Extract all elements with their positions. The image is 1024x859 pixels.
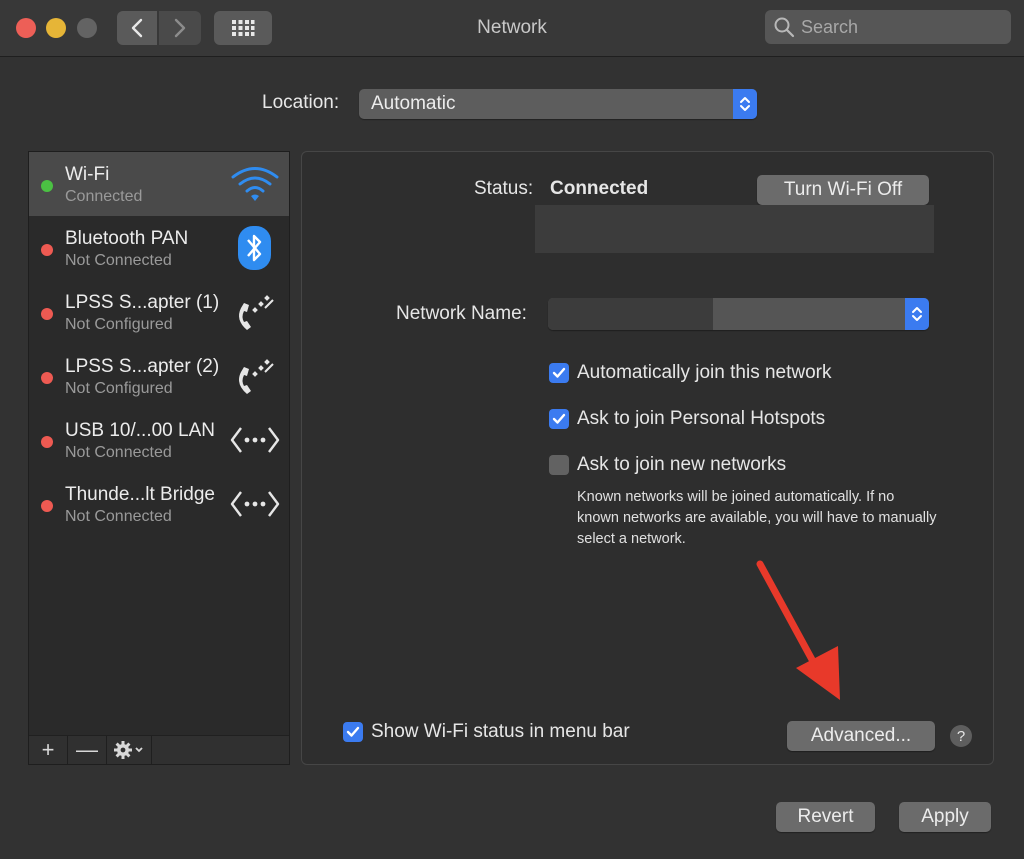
new-networks-label: Ask to join new networks	[577, 454, 787, 475]
service-name: LPSS S...apter (2)	[65, 356, 220, 377]
gear-icon	[114, 741, 143, 759]
location-label: Location:	[262, 92, 340, 113]
search-icon	[774, 17, 795, 38]
service-item-wifi[interactable]: Wi-Fi Connected	[29, 152, 289, 216]
service-name: Bluetooth PAN	[65, 228, 189, 249]
phone-icon	[239, 359, 274, 394]
service-list: Wi-Fi Connected Bluetooth PAN Not Connec…	[28, 151, 290, 765]
service-status: Not Connected	[65, 252, 172, 269]
status-detail-redacted	[535, 205, 934, 253]
checkmark-icon	[552, 367, 566, 378]
status-dot	[41, 500, 53, 512]
new-networks-note: Known networks will be joined automatica…	[577, 489, 937, 547]
new-networks-checkbox[interactable]	[549, 455, 569, 475]
location-value: Automatic	[371, 93, 456, 114]
apply-button[interactable]: Apply	[899, 802, 991, 832]
service-name: LPSS S...apter (1)	[65, 292, 220, 313]
advanced-button[interactable]: Advanced...	[787, 721, 935, 751]
auto-join-label: Automatically join this network	[577, 362, 832, 383]
checkmark-icon	[552, 413, 566, 424]
service-list-toolbar: + —	[29, 735, 289, 764]
network-name-popup[interactable]	[548, 298, 929, 330]
network-name-redacted	[548, 298, 713, 330]
show-wifi-status-label: Show Wi-Fi status in menu bar	[371, 721, 630, 742]
service-name: Wi-Fi	[65, 164, 110, 185]
status-dot	[41, 180, 53, 192]
service-status: Not Configured	[65, 380, 173, 397]
annotation-arrow-icon	[756, 560, 840, 700]
status-dot	[41, 244, 53, 256]
status-dot	[41, 308, 53, 320]
status-dot	[41, 436, 53, 448]
service-status: Not Connected	[65, 444, 172, 461]
location-popup[interactable]: Automatic	[359, 89, 757, 119]
help-button[interactable]: ?	[950, 725, 972, 747]
service-item-thunderbolt-bridge[interactable]: Thunde...lt Bridge Not Connected	[29, 472, 289, 536]
action-menu-button[interactable]	[107, 736, 152, 764]
service-item-lpss-1[interactable]: LPSS S...apter (1) Not Configured	[29, 280, 289, 344]
remove-service-button[interactable]: —	[68, 736, 107, 764]
service-status: Not Connected	[65, 508, 172, 525]
checkmark-icon	[346, 726, 360, 737]
personal-hotspots-checkbox[interactable]	[549, 409, 569, 429]
turn-wifi-off-button[interactable]: Turn Wi-Fi Off	[757, 175, 929, 205]
title-bar: Network Search	[0, 0, 1024, 57]
service-item-bluetooth-pan[interactable]: Bluetooth PAN Not Connected	[29, 216, 289, 280]
status-dot	[41, 372, 53, 384]
search-input[interactable]: Search	[765, 10, 1011, 44]
ethernet-icon	[230, 427, 280, 453]
bluetooth-icon	[238, 226, 271, 270]
add-service-button[interactable]: +	[29, 736, 68, 764]
network-name-label: Network Name:	[396, 303, 527, 324]
show-wifi-status-checkbox[interactable]	[343, 722, 363, 742]
auto-join-checkbox[interactable]	[549, 363, 569, 383]
ethernet-icon	[230, 491, 280, 517]
search-placeholder: Search	[801, 16, 859, 37]
service-name: USB 10/...00 LAN	[65, 420, 215, 441]
personal-hotspots-label: Ask to join Personal Hotspots	[577, 408, 826, 429]
service-item-lpss-2[interactable]: LPSS S...apter (2) Not Configured	[29, 344, 289, 408]
popup-arrows-icon	[733, 89, 757, 119]
service-item-usb-lan[interactable]: USB 10/...00 LAN Not Connected	[29, 408, 289, 472]
phone-icon	[239, 295, 274, 330]
wifi-icon	[231, 167, 279, 201]
service-name: Thunde...lt Bridge	[65, 484, 215, 505]
status-value: Connected	[550, 178, 649, 199]
status-label: Status:	[474, 178, 534, 199]
revert-button[interactable]: Revert	[776, 802, 875, 832]
service-status: Connected	[65, 188, 143, 205]
detail-panel: Status: Connected Turn Wi-Fi Off Network…	[301, 151, 994, 765]
service-status: Not Configured	[65, 316, 173, 333]
popup-arrows-icon	[905, 298, 929, 330]
